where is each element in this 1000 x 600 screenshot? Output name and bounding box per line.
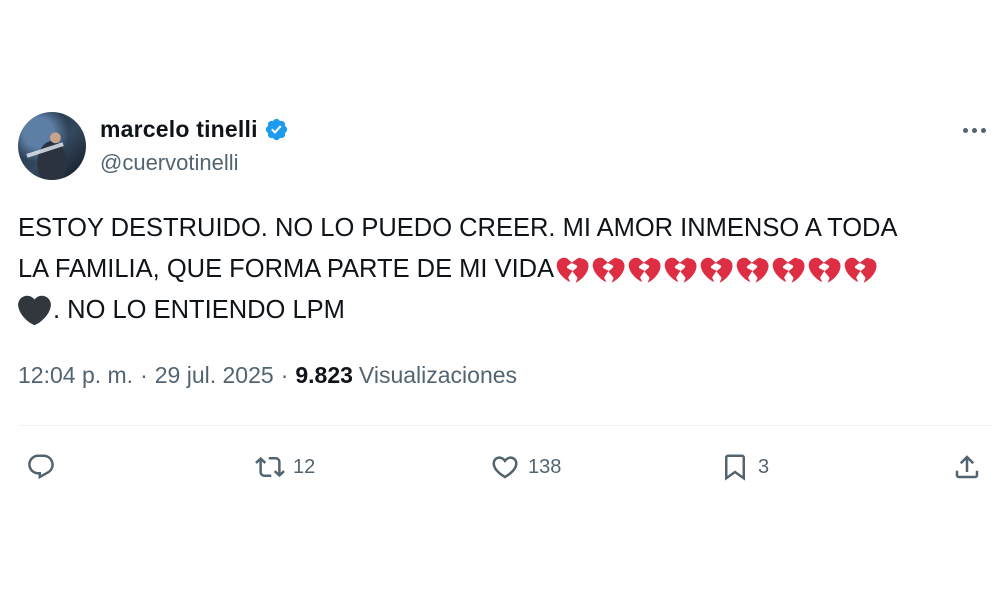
tweet-date[interactable]: 29 jul. 2025 [155,362,274,389]
tweet-line-2-text: LA FAMILIA, QUE FORMA PARTE DE MI VIDA [18,255,555,283]
retweet-count: 12 [293,455,316,478]
meta-separator: · [280,362,289,388]
views-label: Visualizaciones [358,362,518,388]
reply-icon [28,454,54,480]
tweet-time[interactable]: 12:04 p. m. [18,362,133,389]
black-heart-icon [18,295,51,326]
broken-hearts-group [554,249,877,290]
author-name-row: marcelo tinelli [100,116,289,143]
bookmark-icon [725,454,745,481]
action-bar: 12 138 3 [0,446,1000,488]
bookmark-button[interactable]: 3 [720,446,769,488]
views-count: 9.823 [295,362,353,388]
broken-heart-icon [736,257,769,283]
verified-badge-icon [265,118,287,141]
like-button[interactable]: 138 [490,446,561,488]
tweet-line-3: . NO LO ENTIENDO LPM [18,290,988,331]
broken-heart-icon [700,257,733,283]
broken-heart-icon [844,257,877,283]
retweet-button[interactable]: 12 [255,446,315,488]
tweet-line-3-text: . NO LO ENTIENDO LPM [53,296,345,324]
tweet-card: marcelo tinelli @cuervotinelli ESTOY DES… [0,0,1000,600]
handle[interactable]: @cuervotinelli [100,150,239,176]
broken-heart-icon [628,257,661,283]
bookmark-count: 3 [758,455,770,478]
reply-button[interactable] [26,446,64,488]
more-options-icon[interactable] [956,118,992,142]
tweet-meta: 12:04 p. m. · 29 jul. 2025 · 9.823 Visua… [18,362,517,389]
divider [18,425,992,426]
share-button[interactable] [952,446,982,488]
tweet-line-2: LA FAMILIA, QUE FORMA PARTE DE MI VIDA [18,249,988,290]
broken-heart-icon [772,257,805,283]
like-count: 138 [528,455,562,478]
display-name[interactable]: marcelo tinelli [100,116,258,143]
broken-heart-icon [592,257,625,283]
avatar[interactable] [18,112,86,180]
broken-heart-icon [556,257,589,283]
retweet-icon [255,456,285,478]
broken-heart-icon [664,257,697,283]
meta-separator: · [140,362,148,388]
share-icon [955,455,979,479]
tweet-line-1: ESTOY DESTRUIDO. NO LO PUEDO CREER. MI A… [18,214,898,242]
broken-heart-icon [808,257,841,283]
heart-icon [492,456,518,479]
tweet-text: ESTOY DESTRUIDO. NO LO PUEDO CREER. MI A… [18,208,988,331]
